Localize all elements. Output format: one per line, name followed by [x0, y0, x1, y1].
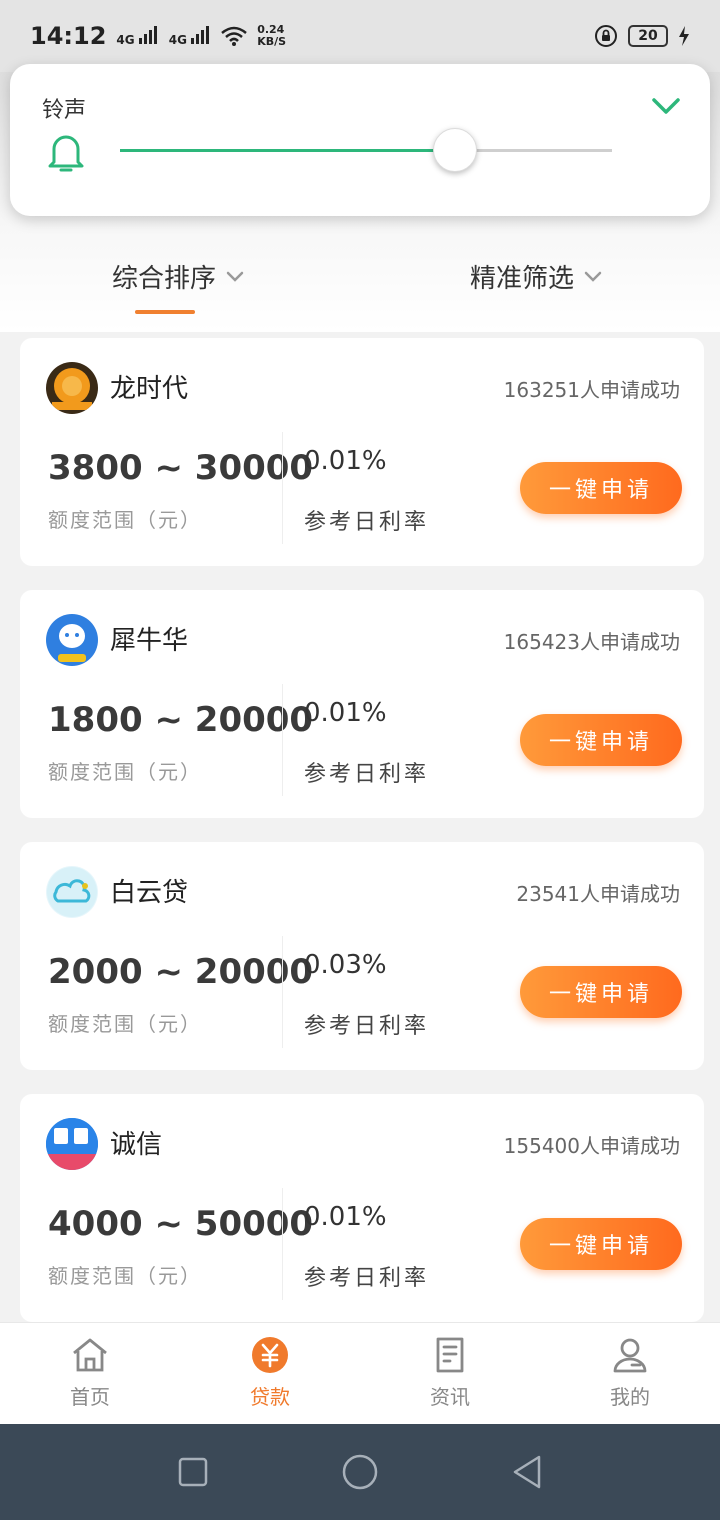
- volume-slider[interactable]: [120, 128, 612, 172]
- loan-name: 白云贷: [110, 878, 189, 908]
- network-speed: 0.24 KB/S: [257, 24, 286, 48]
- amount-range: 4000 ~ 50000: [48, 1204, 314, 1244]
- cloud-icon: [46, 866, 98, 918]
- nav-item-mine[interactable]: 我的: [540, 1323, 720, 1424]
- yuan-coin-icon: [252, 1337, 288, 1373]
- amount-range: 3800 ~ 30000: [48, 448, 314, 488]
- status-time: 14:12: [30, 22, 107, 50]
- applicant-count: 23541人申请成功: [516, 882, 680, 906]
- amount-range-label: 额度范围（元）: [48, 760, 202, 784]
- divider: [282, 936, 283, 1048]
- nav-item-news[interactable]: 资讯: [360, 1323, 540, 1424]
- nav-label-mine: 我的: [610, 1385, 650, 1409]
- volume-slider-thumb[interactable]: [432, 128, 477, 172]
- nav-label-loan: 贷款: [250, 1385, 290, 1409]
- user-icon: [613, 1338, 647, 1373]
- apply-button[interactable]: 一键申请: [520, 462, 682, 514]
- chengxin-logo-icon: [46, 1118, 98, 1170]
- rhino-icon: [46, 614, 98, 666]
- status-right: 20: [594, 24, 690, 48]
- ringtone-volume-panel: 铃声: [10, 64, 710, 216]
- rotation-lock-icon: [595, 25, 617, 47]
- status-bar: 14:12 4G 4G 0.24 KB/S 20: [0, 0, 720, 72]
- daily-rate: 0.03%: [304, 950, 387, 980]
- tab-comprehensive-sort[interactable]: 综合排序: [112, 258, 244, 295]
- chevron-down-icon: [584, 271, 602, 282]
- battery-indicator: 20: [628, 25, 668, 47]
- home-icon: [73, 1338, 107, 1372]
- amount-range-label: 额度范围（元）: [48, 1264, 202, 1288]
- sort-label: 综合排序: [112, 264, 217, 294]
- recent-apps-icon[interactable]: [175, 1454, 211, 1490]
- volume-label: 铃声: [42, 98, 87, 123]
- daily-rate: 0.01%: [304, 446, 387, 476]
- dragon-coin-icon: [46, 362, 98, 414]
- signal-2-label: 4G: [168, 33, 187, 47]
- nav-label-news: 资讯: [430, 1385, 470, 1409]
- apply-button[interactable]: 一键申请: [520, 966, 682, 1018]
- applicant-count: 155400人申请成功: [503, 1134, 680, 1158]
- loan-card[interactable]: 犀牛华 165423人申请成功 1800 ~ 20000 额度范围（元） 0.0…: [20, 590, 704, 818]
- signal-bars-icon: [191, 26, 210, 44]
- status-left: 14:12 4G 4G 0.24 KB/S: [30, 22, 286, 50]
- divider: [282, 1188, 283, 1300]
- loan-card[interactable]: 白云贷 23541人申请成功 2000 ~ 20000 额度范围（元） 0.03…: [20, 842, 704, 1070]
- chevron-down-icon[interactable]: [650, 94, 682, 118]
- tab-precise-filter[interactable]: 精准筛选: [470, 258, 602, 295]
- back-icon[interactable]: [509, 1454, 545, 1490]
- signal-2: 4G: [169, 26, 211, 46]
- amount-range: 2000 ~ 20000: [48, 952, 314, 992]
- nav-label-home: 首页: [70, 1385, 110, 1409]
- amount-range-label: 额度范围（元）: [48, 1012, 202, 1036]
- amount-range: 1800 ~ 20000: [48, 700, 314, 740]
- system-nav-bar: [0, 1424, 720, 1520]
- nav-item-loan[interactable]: 贷款: [180, 1323, 360, 1424]
- sort-filter-bar: 综合排序 精准筛选: [0, 240, 720, 320]
- daily-rate-label: 参考日利率: [304, 762, 430, 787]
- daily-rate-label: 参考日利率: [304, 1266, 430, 1291]
- apply-button[interactable]: 一键申请: [520, 714, 682, 766]
- loan-name: 龙时代: [110, 374, 189, 404]
- volume-slider-fill: [120, 149, 455, 152]
- filter-label: 精准筛选: [470, 264, 575, 294]
- daily-rate-label: 参考日利率: [304, 1014, 430, 1039]
- speed-unit: KB/S: [257, 35, 287, 48]
- divider: [282, 684, 283, 796]
- signal-1-label: 4G: [116, 33, 135, 47]
- wifi-icon: [221, 26, 247, 46]
- bottom-nav: 首页 贷款 资讯 我的: [0, 1322, 720, 1424]
- loan-card[interactable]: 龙时代 163251人申请成功 3800 ~ 30000 额度范围（元） 0.0…: [20, 338, 704, 566]
- active-tab-underline: [135, 310, 195, 314]
- applicant-count: 165423人申请成功: [503, 630, 680, 654]
- daily-rate: 0.01%: [304, 698, 387, 728]
- daily-rate-label: 参考日利率: [304, 510, 430, 535]
- bell-icon: [48, 135, 84, 172]
- charging-icon: [679, 26, 689, 46]
- loan-name: 犀牛华: [110, 626, 189, 656]
- loan-card[interactable]: 诚信 155400人申请成功 4000 ~ 50000 额度范围（元） 0.01…: [20, 1094, 704, 1322]
- signal-1: 4G: [116, 26, 158, 46]
- apply-button[interactable]: 一键申请: [520, 1218, 682, 1270]
- signal-bars-icon: [138, 26, 157, 44]
- chevron-down-icon: [226, 271, 244, 282]
- amount-range-label: 额度范围（元）: [48, 508, 202, 532]
- news-icon: [436, 1337, 464, 1373]
- home-circle-icon[interactable]: [342, 1454, 378, 1490]
- divider: [282, 432, 283, 544]
- daily-rate: 0.01%: [304, 1202, 387, 1232]
- loan-name: 诚信: [110, 1130, 163, 1160]
- applicant-count: 163251人申请成功: [503, 378, 680, 402]
- nav-item-home[interactable]: 首页: [0, 1323, 180, 1424]
